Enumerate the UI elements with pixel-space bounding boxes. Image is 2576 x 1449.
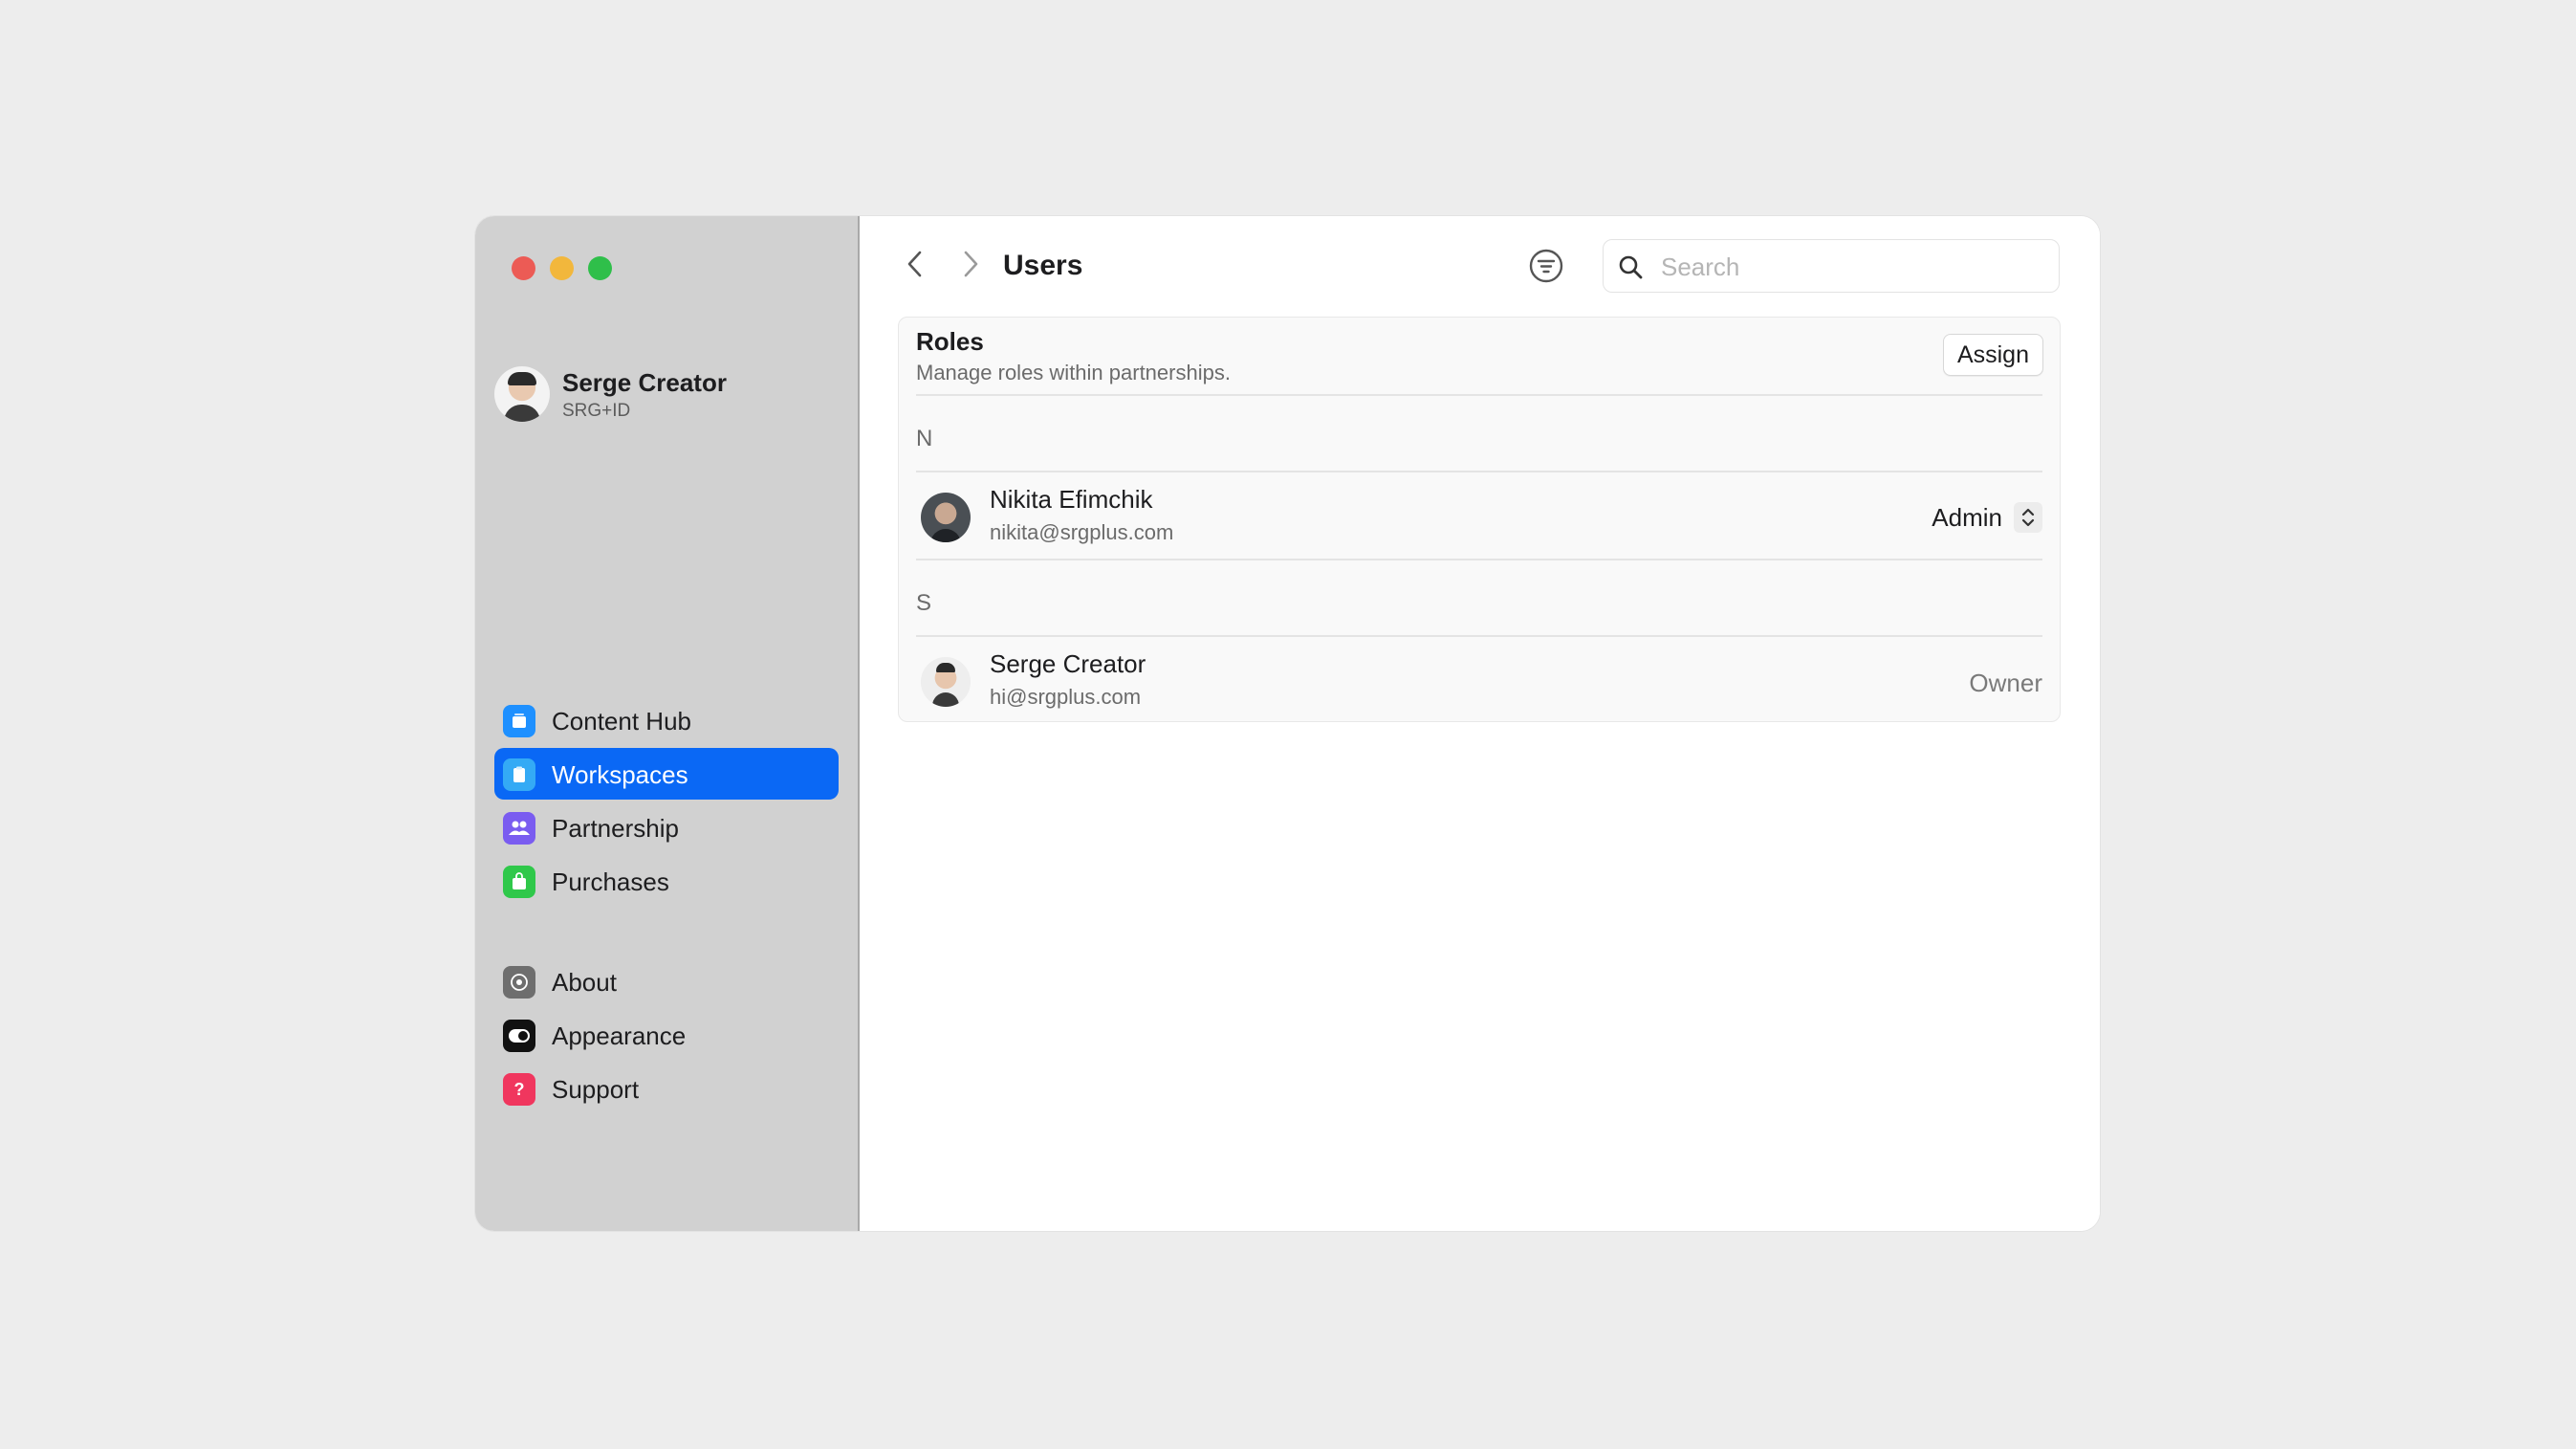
- sidebar-item-about[interactable]: About: [494, 955, 839, 1007]
- role-select[interactable]: Admin: [1932, 500, 2042, 535]
- sidebar-item-label: Partnership: [552, 814, 679, 843]
- avatar: [921, 493, 971, 542]
- avatar: [921, 657, 971, 707]
- avatar: [494, 366, 550, 422]
- forward-button[interactable]: [951, 245, 990, 283]
- support-icon: ?: [503, 1073, 535, 1106]
- partnership-icon: [503, 812, 535, 845]
- user-row[interactable]: Serge Creator hi@srgplus.com Owner: [916, 636, 2042, 722]
- back-button[interactable]: [896, 245, 934, 283]
- workspaces-icon: [503, 758, 535, 791]
- role-value: Owner: [1969, 669, 2042, 697]
- close-button[interactable]: [512, 256, 535, 280]
- zoom-button[interactable]: [588, 256, 612, 280]
- roles-title: Roles: [916, 327, 984, 356]
- user-row[interactable]: Nikita Efimchik nikita@srgplus.com Admin: [916, 472, 2042, 558]
- section-header-n: N: [916, 426, 933, 451]
- assign-button[interactable]: Assign: [1942, 334, 2043, 376]
- sidebar-item-label: Appearance: [552, 1021, 687, 1050]
- user-name: Nikita Efimchik: [990, 485, 1153, 514]
- sidebar-item-partnership[interactable]: Partnership: [494, 801, 839, 853]
- divider: [916, 559, 2042, 560]
- search-icon: [1619, 255, 1643, 279]
- role-value: Admin: [1932, 502, 2002, 532]
- up-down-chevron-icon: [2014, 502, 2042, 533]
- users-panel: Roles Manage roles within partnerships. …: [898, 317, 2061, 722]
- sidebar-item-label: Purchases: [552, 867, 669, 896]
- sidebar-item-content-hub[interactable]: Content Hub: [494, 694, 839, 746]
- sidebar-item-workspaces[interactable]: Workspaces: [494, 748, 839, 800]
- filter-icon: [1529, 249, 1563, 283]
- profile-id: SRG+ID: [562, 401, 631, 421]
- sidebar-item-label: About: [552, 968, 617, 997]
- roles-subtitle: Manage roles within partnerships.: [916, 361, 1231, 384]
- purchases-icon: [503, 866, 535, 898]
- main-content: Users Roles Manage roles within partners…: [860, 216, 2100, 1231]
- sidebar-item-purchases[interactable]: Purchases: [494, 855, 839, 907]
- chevron-right-icon: [964, 251, 978, 277]
- profile-name: Serge Creator: [562, 368, 727, 397]
- sidebar-item-label: Workspaces: [552, 760, 688, 789]
- user-email: nikita@srgplus.com: [990, 520, 1174, 544]
- page-title: Users: [1003, 250, 1083, 281]
- appearance-icon: [503, 1020, 535, 1052]
- minimize-button[interactable]: [550, 256, 574, 280]
- about-icon: [503, 966, 535, 999]
- sidebar-item-appearance[interactable]: Appearance: [494, 1009, 839, 1061]
- chevron-left-icon: [907, 251, 922, 277]
- sidebar-item-support[interactable]: ? Support: [494, 1063, 839, 1114]
- user-name: Serge Creator: [990, 649, 1146, 678]
- filter-button[interactable]: [1528, 248, 1564, 284]
- search-input[interactable]: [1659, 240, 2045, 294]
- app-window: Serge Creator SRG+ID Content Hub Workspa…: [475, 216, 2100, 1231]
- user-email: hi@srgplus.com: [990, 685, 1142, 709]
- sidebar: Serge Creator SRG+ID Content Hub Workspa…: [475, 216, 860, 1231]
- sidebar-item-label: Support: [552, 1075, 640, 1104]
- search-field[interactable]: [1603, 239, 2060, 294]
- secondary-nav: About Appearance ? Support: [494, 955, 839, 1116]
- content-hub-icon: [503, 705, 535, 737]
- divider: [916, 394, 2042, 396]
- sidebar-item-label: Content Hub: [552, 707, 691, 735]
- section-header-s: S: [916, 590, 932, 616]
- primary-nav: Content Hub Workspaces Partnership Purch…: [494, 694, 839, 909]
